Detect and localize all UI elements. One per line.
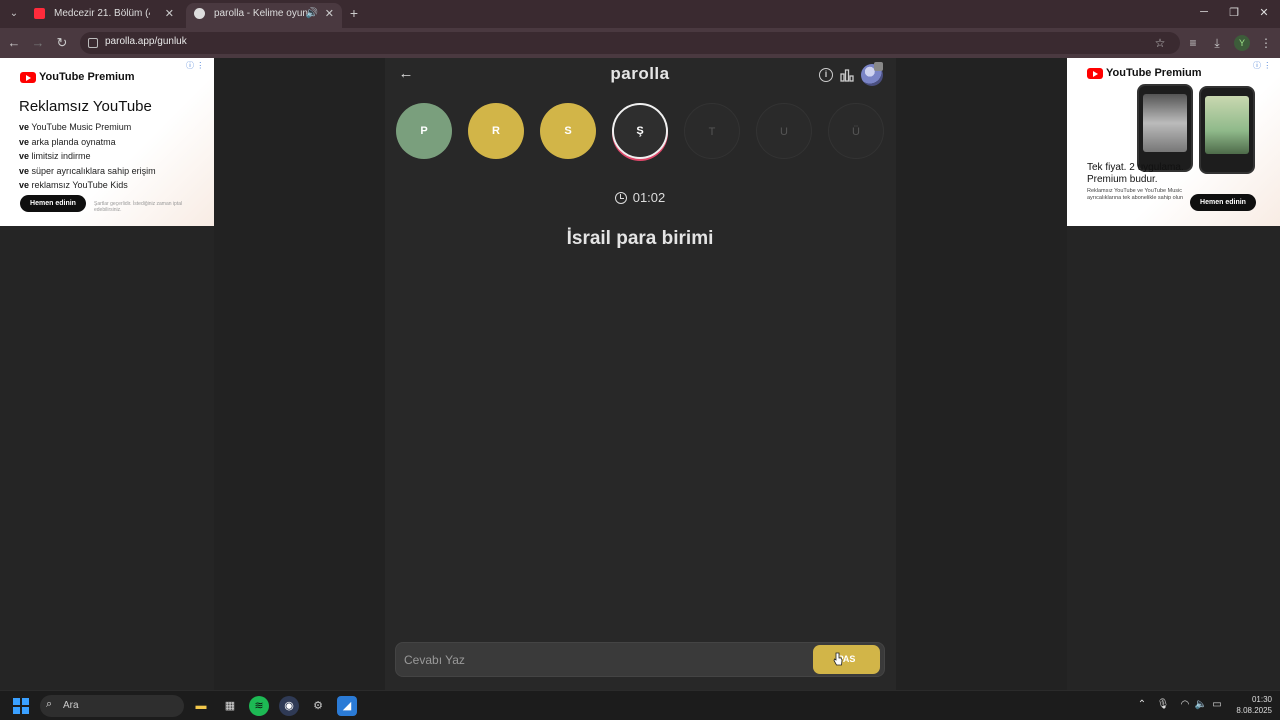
ad-right[interactable]: YouTube Premium ⓘ ⋮ Tek fiyat. 2 uygulam… [1067,58,1280,226]
tab-title: Medcezir 21. Bölüm (4K) - YouTube [54,8,150,19]
ad-feature-list: ve YouTube Music Premium ve arka planda … [19,120,156,193]
timer-value: 01:02 [632,190,666,205]
wifi-icon[interactable]: ◠ [1178,699,1192,710]
search-icon: ⌕ [46,698,53,710]
answer-box [395,642,885,677]
hand-cursor-icon [833,652,843,666]
store-icon[interactable]: ▦ [220,696,240,716]
letter-sh-active: Ş [612,103,668,159]
close-tab-icon[interactable]: ✕ [325,3,334,25]
ad-cta-button[interactable]: Hemen edinin [20,195,86,212]
list-item: ve YouTube Music Premium [19,122,132,132]
tab-search-chevron-icon[interactable]: ⌄ [6,6,22,22]
ad-subtext: Reklamsız YouTube ve YouTube Music ayrıc… [1087,188,1184,201]
forward-icon[interactable]: → [30,35,46,51]
youtube-premium-logo: YouTube Premium [1087,67,1202,79]
file-explorer-icon[interactable]: ▬ [191,696,211,716]
pass-button[interactable]: PAS [813,645,880,674]
speaker-icon[interactable]: 🔊 [306,3,318,25]
reload-icon[interactable]: ↻ [54,35,70,51]
parolla-favicon-icon [194,8,205,19]
list-item: ve süper ayrıcalıklara sahip erişim [19,165,156,176]
back-arrow-icon[interactable]: ← [398,66,414,82]
maximize-icon[interactable]: ❐ [1224,6,1244,19]
close-window-icon[interactable]: ✕ [1254,6,1274,19]
letter-p: P [396,103,452,159]
microphone-icon[interactable]: 🎙 [1156,699,1170,710]
avatar-badge-icon [874,62,883,71]
list-item: ve reklamsız YouTube Kids [19,180,128,190]
answer-input[interactable] [404,648,804,672]
app-icon[interactable]: ⚙ [308,696,328,716]
ad-cta-button[interactable]: Hemen edinin [1190,194,1256,211]
url-text: parolla.app/gunluk [105,36,187,47]
star-icon[interactable]: ☆ [1152,35,1168,51]
letter-s: S [540,103,596,159]
page-title: parolla [610,64,670,83]
list-item: ve limitsiz indirme [19,151,91,161]
search-placeholder: Ara [63,700,79,711]
youtube-play-icon [20,71,36,83]
ad-headline: Tek fiyat. 2 uygulama. Premium budur. [1087,162,1184,185]
ad-brand: YouTube Premium [39,71,135,83]
youtube-favicon-icon [34,8,45,19]
back-icon[interactable]: ← [6,35,22,51]
editor-app-icon[interactable]: ◢ [337,696,357,716]
taskbar: ⌕ Ara ▬ ▦ ≋ ◉ ⚙ ◢ ⌃ 🎙 ◠ 🔈 ▭ 01:30 8.08.2… [0,690,1280,720]
info-icon[interactable]: i [819,68,833,82]
minimize-icon[interactable]: ─ [1194,6,1214,18]
phone-image-2 [1199,86,1255,174]
ad-brand: YouTube Premium [1106,67,1202,79]
youtube-play-icon [1087,67,1103,79]
page-margin-left [0,226,214,690]
letter-r: R [468,103,524,159]
tab-title: parolla - Kelime oyunu. Gü [214,8,310,19]
address-bar-row: ← → ↻ parolla.app/gunluk ☆ ≡ ⤓ ⋮ [0,28,1280,58]
clock-time: 01:30 [1251,695,1272,704]
phone-image-1 [1137,84,1193,172]
windows-start-icon[interactable] [13,698,29,714]
download-icon[interactable]: ⤓ [1209,35,1225,51]
site-info-icon[interactable] [88,38,98,48]
letter-t: T [684,103,740,159]
system-clock[interactable]: 01:30 8.08.2025 [1228,694,1272,716]
tab-parolla[interactable]: parolla - Kelime oyunu. Gü 🔊 ✕ [186,3,342,28]
clock-date: 8.08.2025 [1236,706,1272,715]
list-item: ve arka planda oynatma [19,136,116,147]
new-tab-button[interactable]: + [346,5,362,21]
taskbar-search[interactable]: ⌕ Ara [40,695,184,717]
tab-youtube[interactable]: Medcezir 21. Bölüm (4K) - YouTube ✕ [26,3,182,28]
question-text: İsrail para birimi [566,228,714,249]
timer: 01:02 [600,190,680,205]
battery-icon[interactable]: ▭ [1210,699,1224,710]
stats-icon[interactable] [840,68,854,82]
volume-icon[interactable]: 🔈 [1194,699,1208,710]
url-field[interactable]: parolla.app/gunluk [80,32,1180,54]
ad-terms: Şartlar geçerlidir. İstediğiniz zaman ip… [94,201,183,213]
page-margin-right [1067,226,1280,690]
ad-info-icon[interactable]: ⓘ ⋮ [186,60,204,71]
menu-dots-icon[interactable]: ⋮ [1258,35,1274,51]
media-control-icon[interactable]: ≡ [1185,35,1201,51]
ad-info-icon[interactable]: ⓘ ⋮ [1253,60,1271,71]
ad-left[interactable]: YouTube Premium ⓘ ⋮ Reklamsız YouTube ve… [0,58,214,226]
tab-strip: ⌄ Medcezir 21. Bölüm (4K) - YouTube ✕ pa… [0,0,1280,28]
chrome-icon[interactable]: ◉ [279,696,299,716]
youtube-premium-logo: YouTube Premium [20,71,135,83]
clock-icon [614,192,627,204]
close-tab-icon[interactable]: ✕ [165,3,174,25]
spotify-icon[interactable]: ≋ [249,696,269,716]
letter-u: U [756,103,812,159]
ad-headline: Reklamsız YouTube [19,98,152,115]
letter-uu: Ü [828,103,884,159]
tray-chevron-icon[interactable]: ⌃ [1135,699,1149,710]
profile-avatar[interactable]: Y [1234,35,1250,51]
